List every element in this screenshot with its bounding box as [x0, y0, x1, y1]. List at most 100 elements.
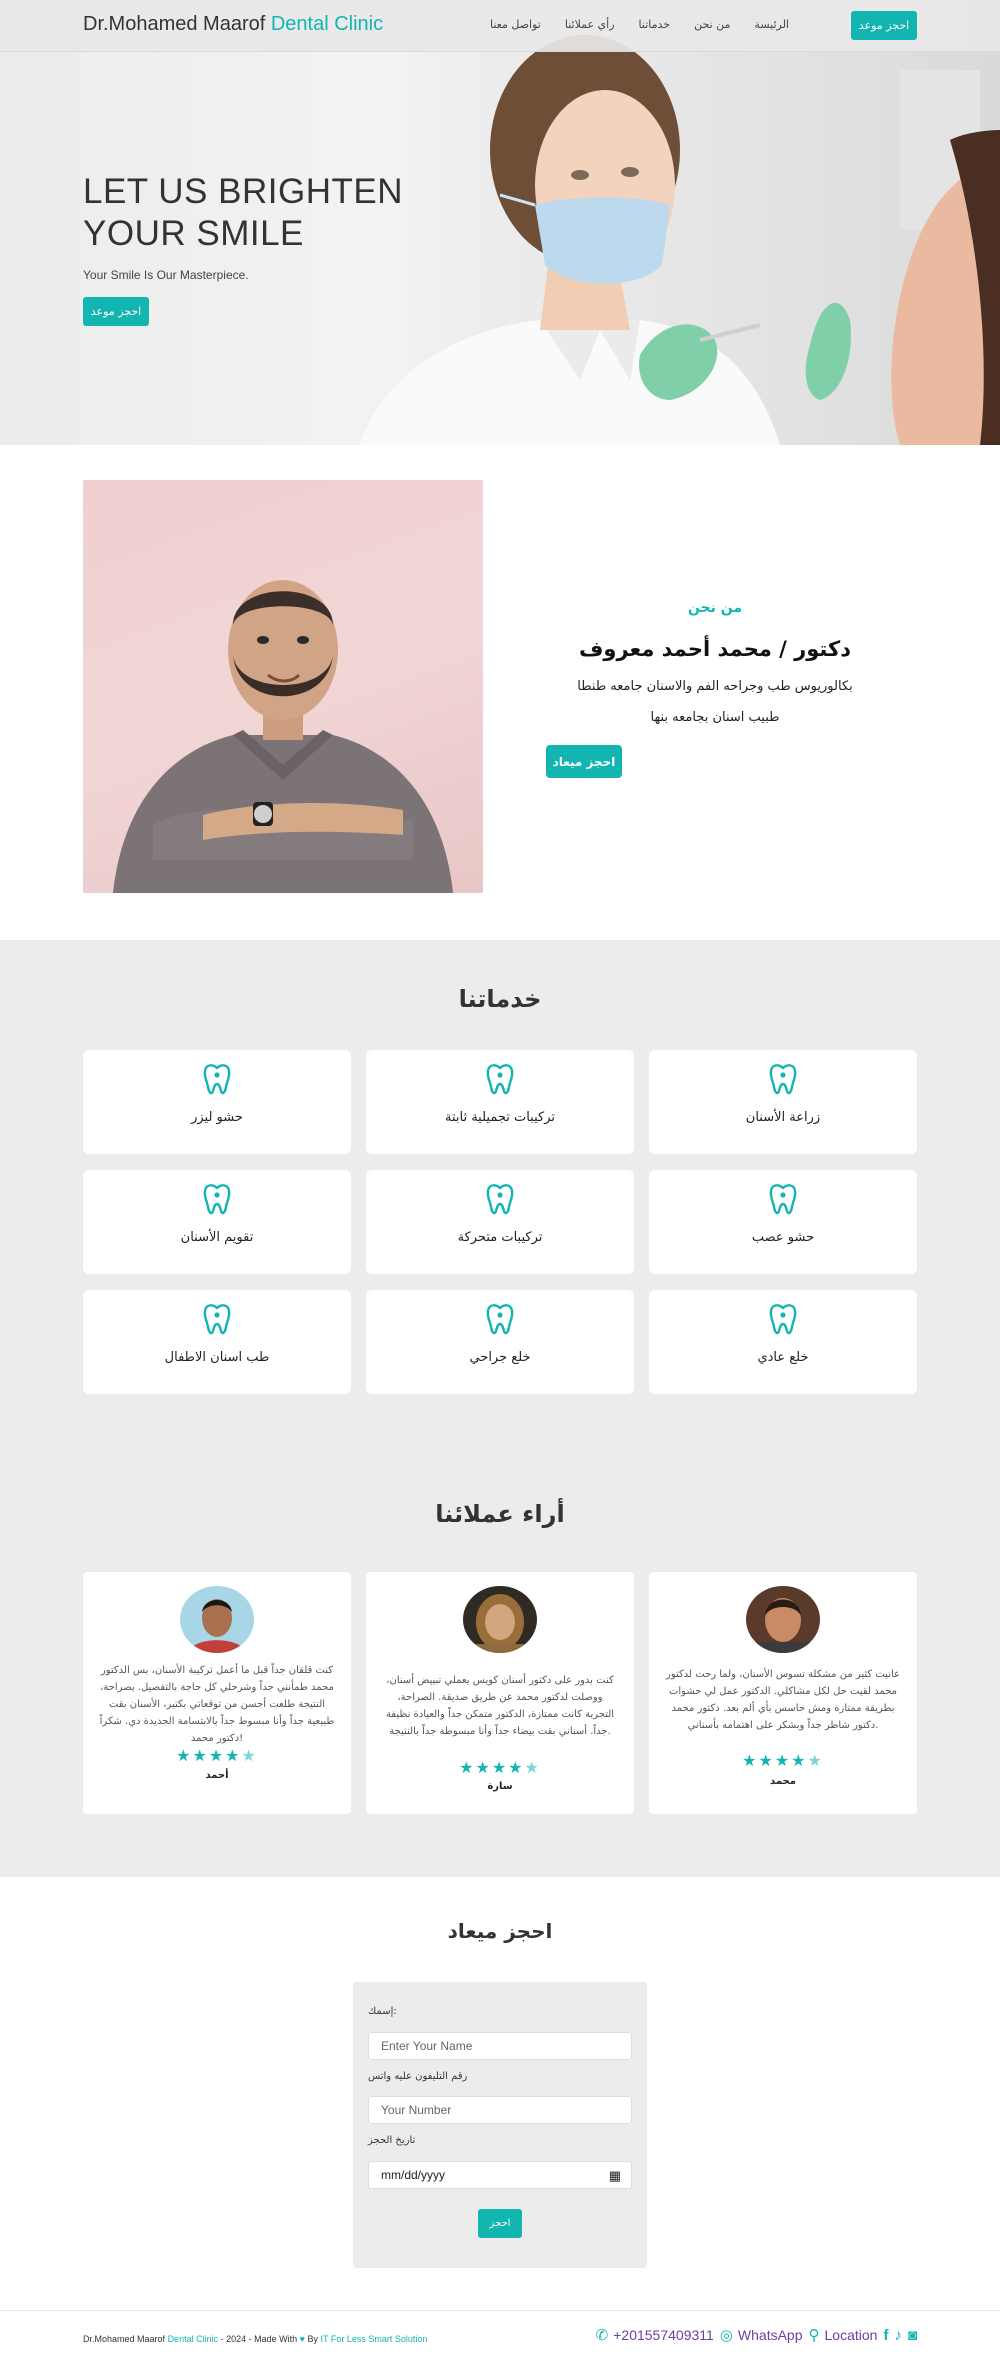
rating-stars: ★★★★★	[176, 1746, 258, 1765]
date-input[interactable]: mm/dd/yyyy ▦	[368, 2161, 632, 2189]
footer-credit-link[interactable]: IT For Less Smart Solution	[321, 2334, 428, 2344]
brand-name: Dr.Mohamed Maarof	[83, 13, 266, 35]
doctor-position: طبيب اسنان بجامعه بنها	[650, 710, 780, 725]
hero-title: LET US BRIGHTEN YOUR SMILE	[83, 171, 403, 255]
tooth-icon	[486, 1304, 514, 1335]
nav-link-contact[interactable]: تواصل معنا	[490, 18, 541, 31]
testimonials-section: أراء عملائنا عانيت كثير من مشكلة تسوس ال…	[0, 1460, 1000, 1877]
service-card-laser-filling[interactable]: حشو ليزر	[83, 1050, 351, 1154]
service-card-orthodontics[interactable]: تقويم الأسنان	[83, 1170, 351, 1274]
hero-title-line2: YOUR SMILE	[83, 214, 304, 253]
footer-whatsapp: WhatsApp	[737, 2327, 803, 2343]
service-card-pediatric[interactable]: طب اسنان الاطفال	[83, 1290, 351, 1394]
whatsapp-icon: ◎	[719, 2327, 733, 2344]
location-pin-icon: ⚲	[808, 2327, 820, 2344]
service-label: خلع جراحي	[469, 1350, 531, 1365]
hero-dentist-image	[340, 0, 1000, 445]
footer-contacts: ✆ +201557409311 ◎ WhatsApp ⚲ Location f …	[596, 2326, 917, 2345]
testimonial-name: محمد	[770, 1776, 796, 1787]
avatar	[746, 1586, 820, 1653]
services-title: خدماتنا	[458, 985, 542, 1013]
service-label: خلع عادي	[757, 1350, 809, 1365]
calendar-icon[interactable]: ▦	[609, 2163, 621, 2189]
hero-section: LET US BRIGHTEN YOUR SMILE Your Smile Is…	[0, 0, 1000, 445]
doctor-degree: بكالوريوس طب وجراحه الفم والاسنان جامعه …	[577, 679, 853, 694]
brand-logo[interactable]: Dr.Mohamed Maarof Dental Clinic	[83, 13, 383, 36]
service-card-extraction[interactable]: خلع عادي	[649, 1290, 917, 1394]
nav-link-services[interactable]: خدماتنا	[639, 18, 671, 31]
tooth-icon	[486, 1064, 514, 1095]
name-label: إسمك:	[368, 2006, 397, 2017]
nav-book-button[interactable]: احجز موعد	[851, 11, 917, 40]
avatar	[180, 1586, 254, 1653]
about-kicker: من نحن	[687, 600, 743, 616]
booking-form: إسمك: Enter Your Name رقم التليفون عليه …	[353, 1982, 647, 2268]
tooth-icon	[203, 1304, 231, 1335]
rating-stars: ★★★★★	[742, 1751, 824, 1770]
testimonial-name: أحمد	[205, 1770, 229, 1781]
service-card-implants[interactable]: زراعة الأسنان	[649, 1050, 917, 1154]
tooth-icon	[203, 1184, 231, 1215]
footer-whatsapp-link[interactable]: ◎ WhatsApp	[720, 2326, 803, 2344]
hero-title-line1: LET US BRIGHTEN	[83, 172, 403, 211]
footer-by: By	[307, 2334, 319, 2344]
booking-title: احجز ميعاد	[447, 1919, 553, 1943]
booking-section: احجز ميعاد إسمك: Enter Your Name رقم الت…	[0, 1877, 1000, 2310]
footer-brand: Dr.Mohamed Maarof	[83, 2334, 166, 2344]
instagram-icon[interactable]: ◙	[908, 2327, 917, 2344]
service-label: حشو عصب	[751, 1230, 815, 1245]
testimonial-card: عانيت كثير من مشكلة تسوس الأسنان، ولما ر…	[649, 1572, 917, 1814]
footer-year-text: - 2024 - Made With	[220, 2334, 298, 2344]
testimonial-quote: عانيت كثير من مشكلة تسوس الأسنان، ولما ر…	[666, 1669, 900, 1731]
tooth-icon	[769, 1064, 797, 1095]
testimonials-title: أراء عملائنا	[435, 1500, 565, 1528]
tooth-icon	[769, 1304, 797, 1335]
tooth-icon	[769, 1184, 797, 1215]
testimonial-card: كنت بدور على دكتور أسنان كويس يعملي تبيي…	[366, 1572, 634, 1814]
hero-book-button[interactable]: احجز موعد	[83, 297, 149, 326]
doctor-name: دكتور / محمد أحمد معروف	[579, 637, 851, 661]
tooth-icon	[203, 1064, 231, 1095]
about-book-button[interactable]: احجز ميعاد	[546, 745, 622, 778]
service-label: حشو ليزر	[191, 1110, 243, 1125]
top-navbar: Dr.Mohamed Maarof Dental Clinic الرئيسة …	[0, 0, 1000, 52]
submit-button[interactable]: احجز	[478, 2209, 522, 2238]
nav-link-testimonials[interactable]: رأي عملائنا	[565, 18, 615, 31]
testimonial-quote: كنت قلقان جداً قبل ما أعمل تركيبة الأسنا…	[99, 1665, 335, 1744]
hero-subtitle: Your Smile Is Our Masterpiece.	[83, 268, 249, 282]
footer-location-link[interactable]: ⚲ Location	[809, 2326, 878, 2344]
footer-phone-link[interactable]: ✆ +201557409311	[596, 2326, 714, 2344]
tooth-icon	[486, 1184, 514, 1215]
heart-icon: ♥	[299, 2334, 305, 2344]
service-card-fixed-cosmetic[interactable]: تركيبات تجميلية ثابتة	[366, 1050, 634, 1154]
phone-label: رقم التليفون عليه واتس	[368, 2071, 468, 2082]
nav-links: الرئيسة من نحن خدماتنا رأي عملائنا تواصل…	[490, 18, 789, 31]
testimonial-card: كنت قلقان جداً قبل ما أعمل تركيبة الأسنا…	[83, 1572, 351, 1814]
services-section: خدماتنا زراعة الأسنان تركيبات تجميلية ثاب…	[0, 940, 1000, 1460]
service-card-surgical-extraction[interactable]: خلع جراحي	[366, 1290, 634, 1394]
brand-accent: Dental Clinic	[270, 13, 384, 35]
service-label: زراعة الأسنان	[745, 1110, 821, 1125]
tiktok-icon[interactable]: ♪	[894, 2327, 902, 2344]
phone-input[interactable]: Your Number	[368, 2096, 632, 2124]
footer-brand-accent: Dental Clinic	[167, 2334, 219, 2344]
avatar	[463, 1586, 537, 1653]
service-card-removable[interactable]: تركيبات متحركة	[366, 1170, 634, 1274]
service-label: طب اسنان الاطفال	[164, 1350, 270, 1365]
testimonial-quote: كنت بدور على دكتور أسنان كويس يعملي تبيي…	[385, 1675, 615, 1737]
nav-link-about[interactable]: من نحن	[694, 18, 730, 31]
footer-phone: +201557409311	[613, 2327, 714, 2343]
service-label: تركيبات تجميلية ثابتة	[444, 1110, 556, 1125]
service-card-root-canal[interactable]: حشو عصب	[649, 1170, 917, 1274]
doctor-photo	[83, 480, 483, 893]
facebook-icon[interactable]: f	[883, 2327, 888, 2344]
date-placeholder: mm/dd/yyyy	[381, 2168, 446, 2182]
nav-link-home[interactable]: الرئيسة	[754, 18, 789, 31]
service-label: تقويم الأسنان	[180, 1230, 254, 1245]
service-label: تركيبات متحركة	[457, 1230, 543, 1245]
footer-credits: Dr.Mohamed Maarof Dental Clinic - 2024 -…	[83, 2334, 427, 2344]
rating-stars: ★★★★★	[459, 1758, 541, 1777]
name-input[interactable]: Enter Your Name	[368, 2032, 632, 2060]
about-section: من نحن دكتور / محمد أحمد معروف بكالوريوس…	[0, 445, 1000, 940]
date-label: تاريخ الحجز	[368, 2135, 416, 2146]
